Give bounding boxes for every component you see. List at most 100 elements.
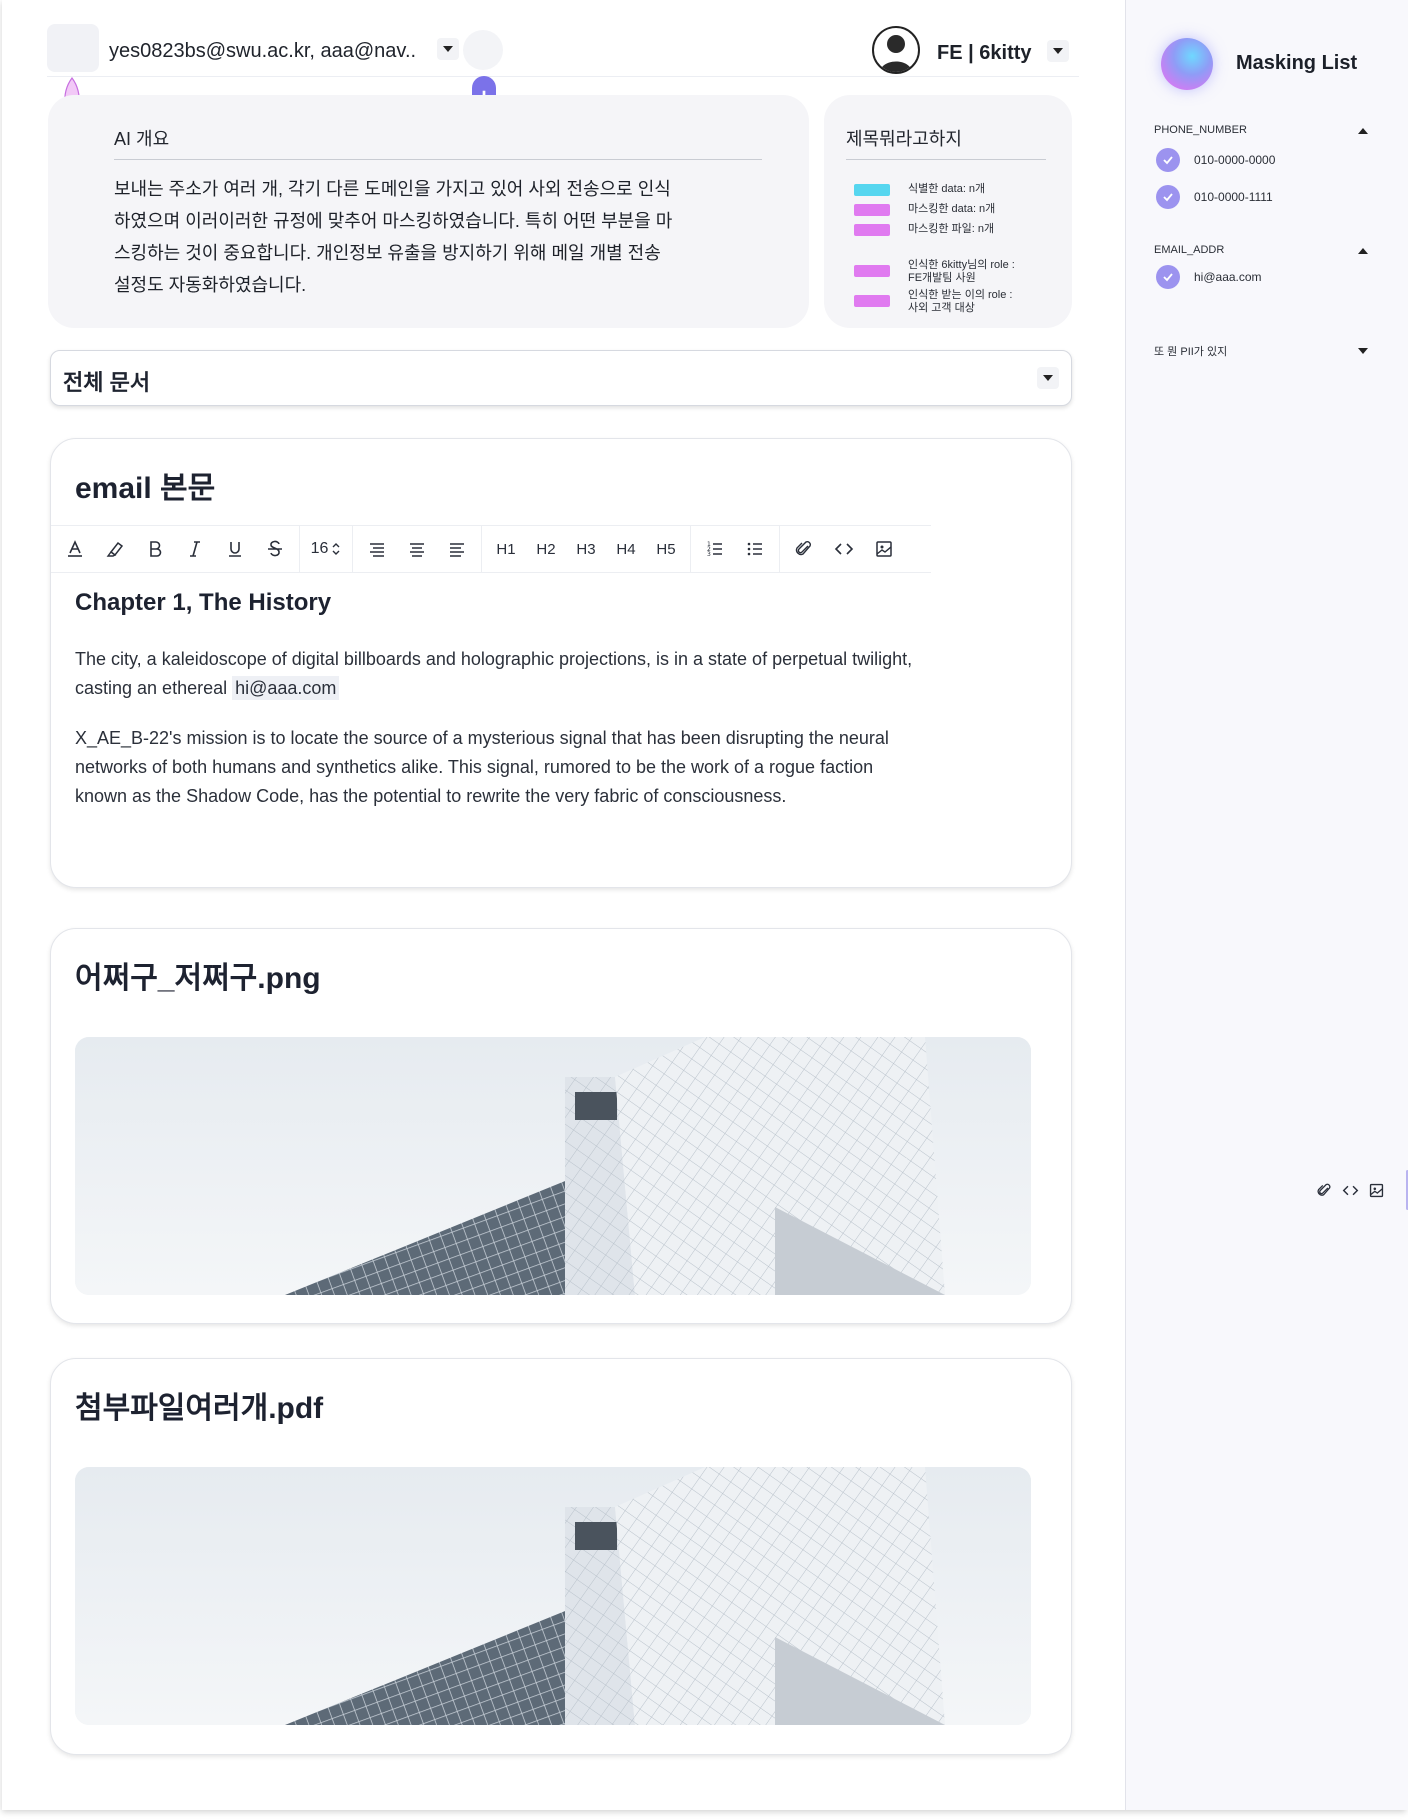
recipients-dropdown-button[interactable] [437,38,459,60]
italic-icon[interactable] [175,532,215,566]
building-image [75,1037,1031,1295]
heading-3-label: H3 [576,540,596,558]
section-other-pii: 또 뭔 PII가 있지 [1154,346,1228,358]
user-label: FE | 6kitty [937,42,1032,64]
top-bar: yes0823bs@swu.ac.kr, aaa@nav.. FE | 6kit… [47,20,1079,77]
heading-2-label: H2 [536,540,556,558]
heading-5-button[interactable]: H5 [646,532,686,566]
masking-list-sidebar: Masking List PHONE_NUMBER 010-0000-0000 … [1125,0,1408,1810]
masking-item[interactable]: 010-0000-0000 [1156,148,1275,172]
legend-item: 인식한 받는 이의 role : 사외 고객 대상 [854,289,1012,315]
toolbar-format-group [51,526,300,572]
underline-icon[interactable] [215,532,255,566]
expand-arrow-icon[interactable] [1358,348,1368,354]
bullet-list-icon[interactable] [735,532,775,566]
text-color-icon[interactable] [55,532,95,566]
highlight-icon[interactable] [95,532,135,566]
image-icon[interactable] [1363,1177,1389,1203]
attach-icon[interactable] [1311,1177,1337,1203]
attachment-image[interactable] [75,1037,1031,1295]
legend-swatch [854,204,890,216]
legend-swatch [854,224,890,236]
legend-label: 식별한 data: n개 [908,183,986,195]
align-center-icon[interactable] [397,532,437,566]
toolbar-list-group: 123 [691,526,780,572]
attachment-card: 어쩌구_저쩌구.png [50,928,1072,1324]
ordered-list-icon[interactable]: 123 [695,532,735,566]
attachment-image[interactable] [75,1467,1031,1725]
legend-label: 마스킹한 파일: n개 [908,223,995,235]
app-window: yes0823bs@swu.ac.kr, aaa@nav.. FE | 6kit… [2,0,1408,1810]
masked-email-chip[interactable]: hi@aaa.com [232,676,340,700]
toolbar-size-group: 16 [300,526,353,572]
profile-avatar-icon[interactable] [872,26,920,74]
section-email-addr: EMAIL_ADDR [1154,244,1225,256]
align-left-icon[interactable] [357,532,397,566]
heading-3-button[interactable]: H3 [566,532,606,566]
chevron-down-icon [443,46,453,52]
ai-orb-icon [1161,38,1213,90]
check-icon[interactable] [1156,265,1180,289]
recipients-field[interactable]: yes0823bs@swu.ac.kr, aaa@nav.. [109,40,416,63]
chevron-down-icon [1053,48,1063,54]
legend-swatch [854,184,890,196]
legend-label: 마스킹한 data: n개 [908,203,996,215]
font-size-stepper-icon [332,543,340,555]
image-icon[interactable] [864,532,904,566]
legend-item: 식별한 data: n개 [854,183,985,196]
legend-item: 마스킹한 data: n개 [854,203,995,216]
svg-text:3: 3 [707,551,711,558]
paragraph-text: The city, a kaleidoscope of digital bill… [75,649,913,698]
email-body-title: email 본문 [75,472,216,505]
legend-label: 인식한 받는 이의 role : 사외 고객 대상 [908,289,1013,314]
legend-label: 인식한 6kitty님의 role : FE개발팀 사원 [908,259,1015,284]
check-icon[interactable] [1156,148,1180,172]
bold-icon[interactable] [135,532,175,566]
heading-1-label: H1 [496,540,516,558]
document-select[interactable]: 전체 문서 [50,350,1072,406]
ai-summary-title: AI 개요 [114,129,170,149]
heading-4-label: H4 [616,540,636,558]
sender-placeholder [47,24,99,72]
heading-4-button[interactable]: H4 [606,532,646,566]
ai-summary-text: 보내는 주소가 여러 개, 각기 다른 도메인을 가지고 있어 사외 전송으로 … [114,179,673,295]
heading-5-label: H5 [656,540,676,558]
divider [846,159,1046,160]
paragraph-1: The city, a kaleidoscope of digital bill… [75,645,925,703]
legend-card: 제목뭐라고하지 식별한 data: n개 마스킹한 data: n개 마스킹한 … [824,95,1072,328]
masking-list-title: Masking List [1236,52,1358,74]
toolbar-insert-group [780,526,908,572]
attachment-title: 첨부파일여러개.pdf [75,1392,324,1425]
sidebar-toolbar [1126,1170,1408,1210]
document-select-label: 전체 문서 [63,370,151,395]
user-dropdown-button[interactable] [1047,40,1069,62]
editor-toolbar: 16 H1 H2 H3 H4 H5 1 2 3 [51,525,931,573]
code-icon[interactable] [824,532,864,566]
toolbar-align-group [353,526,482,572]
email-editor[interactable]: Chapter 1, The History The city, a kalei… [75,589,925,832]
masking-item-label: 010-0000-0000 [1194,153,1276,167]
add-placeholder [463,30,503,70]
document-select-dropdown-button[interactable] [1037,367,1059,389]
strikethrough-icon[interactable] [255,532,295,566]
collapse-arrow-icon[interactable] [1358,248,1368,254]
heading-1-button[interactable]: H1 [486,532,526,566]
legend-item: 마스킹한 파일: n개 [854,223,994,236]
font-size-stepper[interactable]: 16 [304,532,348,566]
attachment-card: 첨부파일여러개.pdf [50,1358,1072,1755]
align-right-icon[interactable] [437,532,477,566]
heading-2-button[interactable]: H2 [526,532,566,566]
check-icon[interactable] [1156,185,1180,209]
chapter-heading: Chapter 1, The History [75,589,332,616]
attachment-title: 어쩌구_저쩌구.png [75,962,321,995]
building-image [75,1467,1031,1725]
masking-item[interactable]: 010-0000-1111 [1156,185,1273,209]
attach-icon[interactable] [784,532,824,566]
legend-item: 인식한 6kitty님의 role : FE개발팀 사원 [854,259,1015,285]
masking-item[interactable]: hi@aaa.com [1156,265,1262,289]
legend-swatch [854,295,890,307]
font-size-value: 16 [310,540,329,557]
toolbar-heading-group: H1 H2 H3 H4 H5 [482,526,691,572]
collapse-arrow-icon[interactable] [1358,128,1368,134]
code-icon[interactable] [1337,1177,1363,1203]
